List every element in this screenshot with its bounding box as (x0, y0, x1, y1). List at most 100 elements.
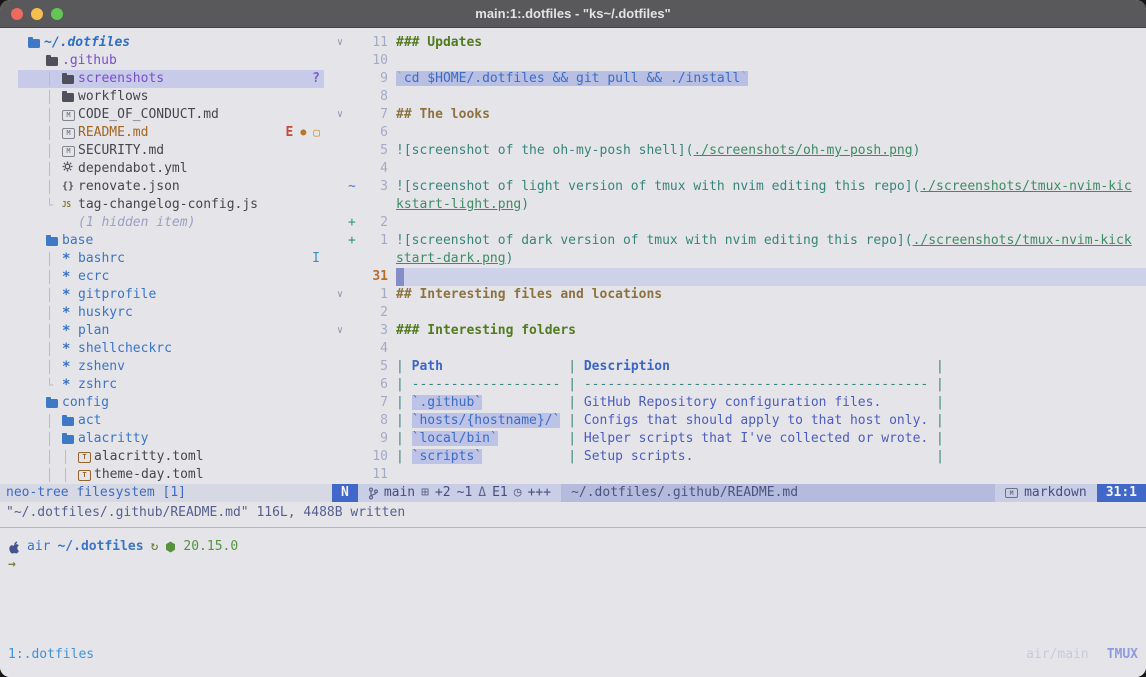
fold-column (332, 52, 348, 70)
editor-line[interactable]: 31 (332, 268, 1146, 286)
indent-guide: │ (46, 160, 62, 178)
sign-column (348, 268, 362, 286)
tree-item-tag-changelog-config.js[interactable]: └JStag-changelog-config.js (0, 196, 332, 214)
tmux-window-label[interactable]: 1:.dotfiles (8, 646, 94, 664)
text-span: ./screenshots/tmux-nvim-kick (913, 233, 1132, 248)
text-span: | (928, 395, 944, 410)
editor-line[interactable]: kstart-light.png) (332, 196, 1146, 214)
status-bar: neo-tree filesystem [1] N main ⊞ +2 ~1 Δ… (0, 484, 1146, 502)
tree-item-icon-slot: * (62, 362, 78, 372)
text-span (498, 431, 561, 446)
tree-item-icon-slot (28, 39, 44, 48)
text-span: ### Interesting folders (396, 323, 576, 338)
tree-item-bashrc[interactable]: │*bashrcI (0, 250, 332, 268)
tree-item-huskyrc[interactable]: │*huskyrc (0, 304, 332, 322)
tree-item-shellcheckrc[interactable]: │*shellcheckrc (0, 340, 332, 358)
tmux-pane-divider[interactable] (0, 527, 1146, 528)
editor-line[interactable]: 8 (332, 88, 1146, 106)
tree-item-readme.md[interactable]: │MREADME.mdE●▢ (0, 124, 332, 142)
editor-line[interactable]: ∨3### Interesting folders (332, 322, 1146, 340)
tree-item-zshrc[interactable]: └*zshrc (0, 376, 332, 394)
editor-line[interactable]: ~3![screenshot of light version of tmux … (332, 178, 1146, 196)
tree-item-label: SECURITY.md (78, 142, 164, 160)
editor-line[interactable]: 8| `hosts/{hostname}/` | Configs that sh… (332, 412, 1146, 430)
sign-column (348, 448, 362, 466)
editor-line[interactable]: ∨1## Interesting files and locations (332, 286, 1146, 304)
title-bar[interactable]: main:1:.dotfiles - "ks~/.dotfiles" (0, 0, 1146, 28)
editor-line-text: | Path | Description | (396, 358, 1146, 376)
editor-line[interactable]: 10 (332, 52, 1146, 70)
editor-line-text (396, 214, 1146, 232)
tree-item-gitprofile[interactable]: │*gitprofile (0, 286, 332, 304)
tree-item-icon-slot: M (62, 128, 78, 139)
tree-item-icon-slot: {} (62, 178, 78, 196)
zoom-button[interactable] (51, 8, 63, 20)
tree-item-plan[interactable]: │*plan (0, 322, 332, 340)
editor-line[interactable]: ∨7## The looks (332, 106, 1146, 124)
editor-line-text (396, 268, 1146, 286)
sign-column (348, 376, 362, 394)
prompt-arrow[interactable]: → (8, 556, 16, 574)
tree-item-code-of-conduct.md[interactable]: │MCODE_OF_CONDUCT.md (0, 106, 332, 124)
fold-chevron-icon: ∨ (332, 286, 348, 304)
text-span: `local/bin` (412, 431, 498, 446)
tree-item-base[interactable]: base (0, 232, 332, 250)
tree-item-badges: ? (312, 70, 332, 88)
editor-line[interactable]: 7| `.github` | GitHub Repository configu… (332, 394, 1146, 412)
sign-column (348, 466, 362, 484)
tree-item-config[interactable]: config (0, 394, 332, 412)
markdown-icon: M (1005, 488, 1018, 498)
editor-line[interactable]: 4 (332, 340, 1146, 358)
tree-item-alacritty.toml[interactable]: ││Talacritty.toml (0, 448, 332, 466)
close-button[interactable] (11, 8, 23, 20)
editor-line[interactable]: start-dark.png) (332, 250, 1146, 268)
fold-column (332, 340, 348, 358)
sign-column (348, 124, 362, 142)
tree-item-label: workflows (78, 88, 148, 106)
tree-item-screenshots[interactable]: │screenshots? (0, 70, 332, 88)
text-span: | (560, 431, 583, 446)
editor-line[interactable]: ∨11### Updates (332, 34, 1146, 52)
text-span: ./screenshots/oh-my-posh.png (693, 143, 912, 158)
minimize-button[interactable] (31, 8, 43, 20)
editor-line[interactable]: 5![screenshot of the oh-my-posh shell](.… (332, 142, 1146, 160)
diagnostics-icon: Δ (478, 484, 486, 502)
shell-prompt: air ~/.dotfiles ↻ 20.15.0 (8, 538, 238, 556)
fold-chevron-icon: ∨ (332, 322, 348, 340)
tree-item-icon-slot: * (62, 290, 78, 300)
diff-added: +2 (435, 484, 451, 502)
editor-line[interactable]: +1![screenshot of dark version of tmux w… (332, 232, 1146, 250)
tree-item-theme-day.toml[interactable]: ││Ttheme-day.toml (0, 466, 332, 484)
editor-line[interactable]: 10| `scripts` | Setup scripts. | (332, 448, 1146, 466)
tree-item-workflows[interactable]: │workflows (0, 88, 332, 106)
tree-item-dependabot.yml[interactable]: │dependabot.yml (0, 160, 332, 178)
diagnostics-count: E1 (492, 484, 508, 502)
tree-item-zshenv[interactable]: │*zshenv (0, 358, 332, 376)
tree-item-renovate.json[interactable]: │{}renovate.json (0, 178, 332, 196)
fold-column (332, 430, 348, 448)
editor-line[interactable]: +2 (332, 214, 1146, 232)
tree-item-icon-slot: JS (62, 196, 78, 214)
editor-line[interactable]: 9| `local/bin` | Helper scripts that I'v… (332, 430, 1146, 448)
editor-line[interactable]: 5| Path | Description | (332, 358, 1146, 376)
editor-line[interactable]: 9`cd $HOME/.dotfiles && git pull && ./in… (332, 70, 1146, 88)
tree-item--1-hidden-item-[interactable]: (1 hidden item) (0, 214, 332, 232)
editor-line[interactable]: 4 (332, 160, 1146, 178)
editor-buffer: ∨11### Updates109`cd $HOME/.dotfiles && … (332, 34, 1146, 484)
editor-line-text: | `.github` | GitHub Repository configur… (396, 394, 1146, 412)
tree-item-.github[interactable]: .github (0, 52, 332, 70)
tree-item-ecrc[interactable]: │*ecrc (0, 268, 332, 286)
editor-line[interactable]: 2 (332, 304, 1146, 322)
indent-guide: │ (46, 250, 62, 268)
tree-item-security.md[interactable]: │MSECURITY.md (0, 142, 332, 160)
tree-item-label: README.md (78, 124, 148, 142)
editor-line[interactable]: 6 (332, 124, 1146, 142)
editor-line[interactable]: 11 (332, 466, 1146, 484)
editor-line[interactable]: 6| ------------------- | ---------------… (332, 376, 1146, 394)
tree-item-label: zshrc (78, 376, 117, 394)
tree-item-act[interactable]: │act (0, 412, 332, 430)
tree-item-alacritty[interactable]: │alacritty (0, 430, 332, 448)
tree-item--.dotfiles[interactable]: ~/.dotfiles (0, 34, 332, 52)
folder-icon (46, 399, 58, 408)
editor-line-text (396, 340, 1146, 358)
